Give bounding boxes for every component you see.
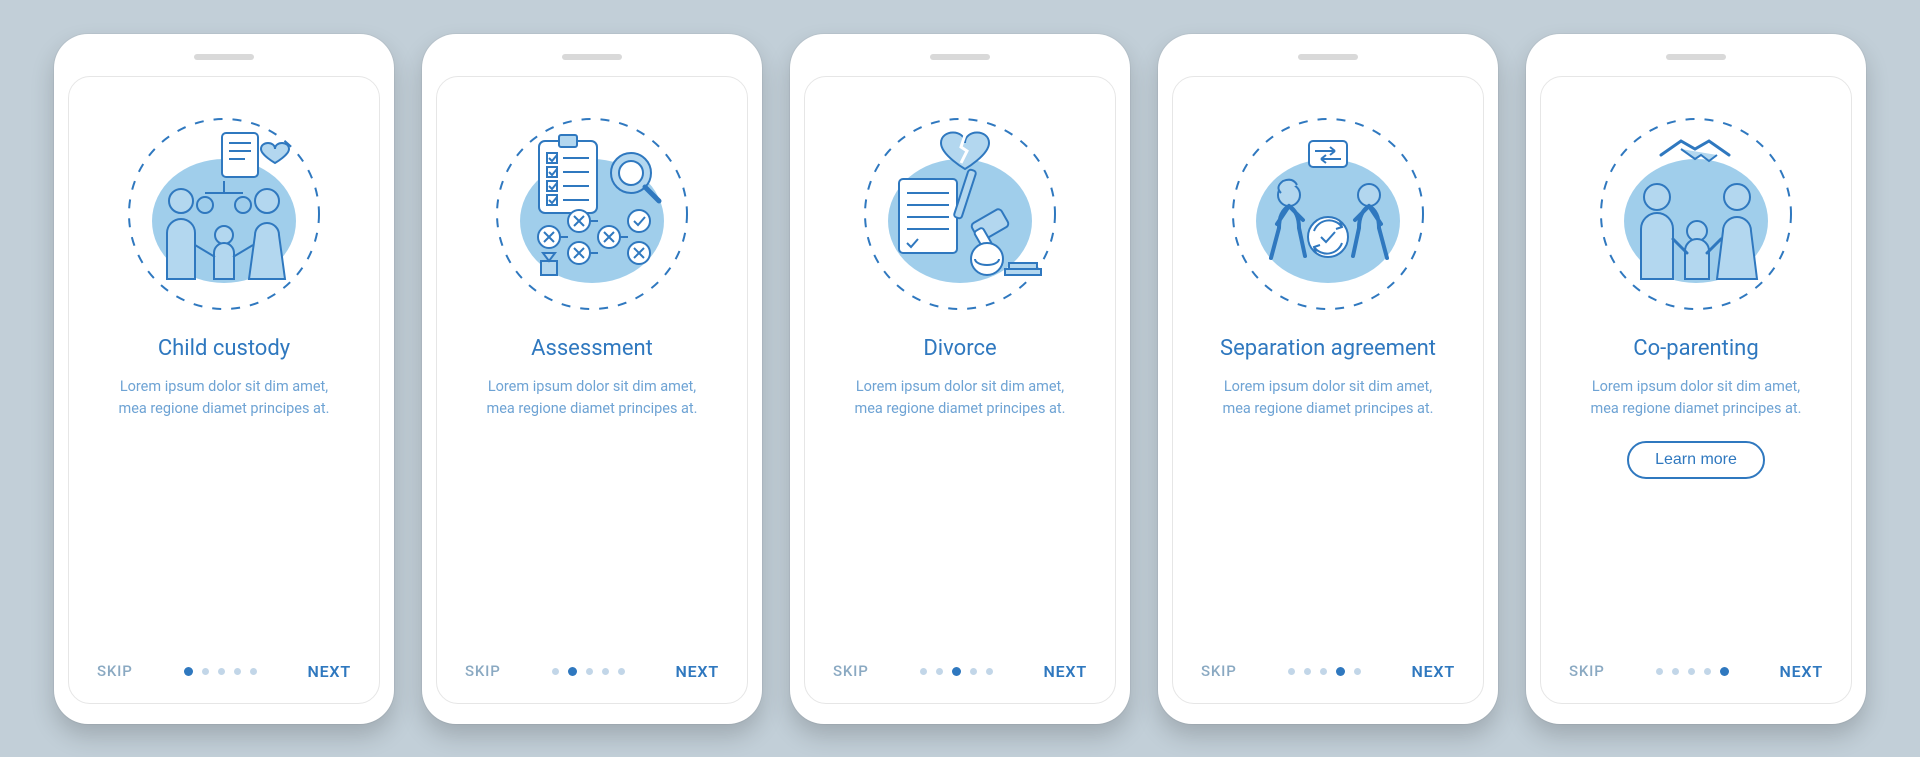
page-dot[interactable] bbox=[970, 668, 977, 675]
next-button[interactable]: NEXT bbox=[1043, 662, 1087, 681]
page-dot[interactable] bbox=[1656, 668, 1663, 675]
skip-button[interactable]: SKIP bbox=[833, 662, 869, 680]
screen-description: Lorem ipsum dolor sit dim amet, mea regi… bbox=[472, 376, 712, 421]
page-dot[interactable] bbox=[1354, 668, 1361, 675]
onboarding-nav: SKIP NEXT bbox=[1197, 662, 1459, 685]
phone-mockup: Co-parenting Lorem ipsum dolor sit dim am… bbox=[1526, 34, 1866, 724]
skip-button[interactable]: SKIP bbox=[1569, 662, 1605, 680]
page-dot[interactable] bbox=[184, 667, 193, 676]
page-dot[interactable] bbox=[586, 668, 593, 675]
skip-button[interactable]: SKIP bbox=[465, 662, 501, 680]
page-dot[interactable] bbox=[602, 668, 609, 675]
page-dot[interactable] bbox=[1320, 668, 1327, 675]
page-dot[interactable] bbox=[234, 668, 241, 675]
page-dot[interactable] bbox=[250, 668, 257, 675]
page-indicator bbox=[1656, 667, 1729, 676]
page-dot[interactable] bbox=[1672, 668, 1679, 675]
page-dot[interactable] bbox=[986, 668, 993, 675]
screen-title: Separation agreement bbox=[1220, 335, 1436, 363]
onboarding-nav: SKIP NEXT bbox=[829, 662, 1091, 685]
divorce-icon bbox=[855, 109, 1065, 319]
next-button[interactable]: NEXT bbox=[307, 662, 351, 681]
page-dot[interactable] bbox=[618, 668, 625, 675]
skip-button[interactable]: SKIP bbox=[97, 662, 133, 680]
onboarding-nav: SKIP NEXT bbox=[461, 662, 723, 685]
coparenting-icon bbox=[1591, 109, 1801, 319]
page-dot[interactable] bbox=[1704, 668, 1711, 675]
page-indicator bbox=[920, 667, 993, 676]
page-dot[interactable] bbox=[1304, 668, 1311, 675]
phone-mockup: Child custody Lorem ipsum dolor sit dim a… bbox=[54, 34, 394, 724]
learn-more-button[interactable]: Learn more bbox=[1627, 441, 1765, 479]
onboarding-screen: Child custody Lorem ipsum dolor sit dim a… bbox=[68, 76, 380, 704]
screen-description: Lorem ipsum dolor sit dim amet, mea regi… bbox=[840, 376, 1080, 421]
onboarding-nav: SKIP NEXT bbox=[93, 662, 355, 685]
child-custody-icon bbox=[119, 109, 329, 319]
next-button[interactable]: NEXT bbox=[675, 662, 719, 681]
page-dot[interactable] bbox=[936, 668, 943, 675]
page-dot[interactable] bbox=[1336, 667, 1345, 676]
screen-title: Divorce bbox=[923, 335, 996, 363]
page-indicator bbox=[1288, 667, 1361, 676]
separation-icon bbox=[1223, 109, 1433, 319]
phone-mockup: Divorce Lorem ipsum dolor sit dim amet, m… bbox=[790, 34, 1130, 724]
onboarding-screen: Separation agreement Lorem ipsum dolor si… bbox=[1172, 76, 1484, 704]
onboarding-screen: Divorce Lorem ipsum dolor sit dim amet, m… bbox=[804, 76, 1116, 704]
page-indicator bbox=[552, 667, 625, 676]
page-dot[interactable] bbox=[568, 667, 577, 676]
skip-button[interactable]: SKIP bbox=[1201, 662, 1237, 680]
screen-description: Lorem ipsum dolor sit dim amet, mea regi… bbox=[104, 376, 344, 421]
onboarding-screen: Assessment Lorem ipsum dolor sit dim amet… bbox=[436, 76, 748, 704]
page-dot[interactable] bbox=[1720, 667, 1729, 676]
page-indicator bbox=[184, 667, 257, 676]
screen-description: Lorem ipsum dolor sit dim amet, mea regi… bbox=[1208, 376, 1448, 421]
onboarding-nav: SKIP NEXT bbox=[1565, 662, 1827, 685]
phone-mockup: Assessment Lorem ipsum dolor sit dim amet… bbox=[422, 34, 762, 724]
page-dot[interactable] bbox=[202, 668, 209, 675]
screen-description: Lorem ipsum dolor sit dim amet, mea regi… bbox=[1576, 376, 1816, 421]
next-button[interactable]: NEXT bbox=[1779, 662, 1823, 681]
screen-title: Co-parenting bbox=[1633, 335, 1758, 363]
screen-title: Assessment bbox=[531, 335, 653, 363]
phone-mockup: Separation agreement Lorem ipsum dolor si… bbox=[1158, 34, 1498, 724]
screen-title: Child custody bbox=[158, 335, 290, 363]
page-dot[interactable] bbox=[1288, 668, 1295, 675]
page-dot[interactable] bbox=[1688, 668, 1695, 675]
onboarding-screen: Co-parenting Lorem ipsum dolor sit dim am… bbox=[1540, 76, 1852, 704]
page-dot[interactable] bbox=[218, 668, 225, 675]
page-dot[interactable] bbox=[952, 667, 961, 676]
assessment-icon bbox=[487, 109, 697, 319]
page-dot[interactable] bbox=[552, 668, 559, 675]
next-button[interactable]: NEXT bbox=[1411, 662, 1455, 681]
page-dot[interactable] bbox=[920, 668, 927, 675]
